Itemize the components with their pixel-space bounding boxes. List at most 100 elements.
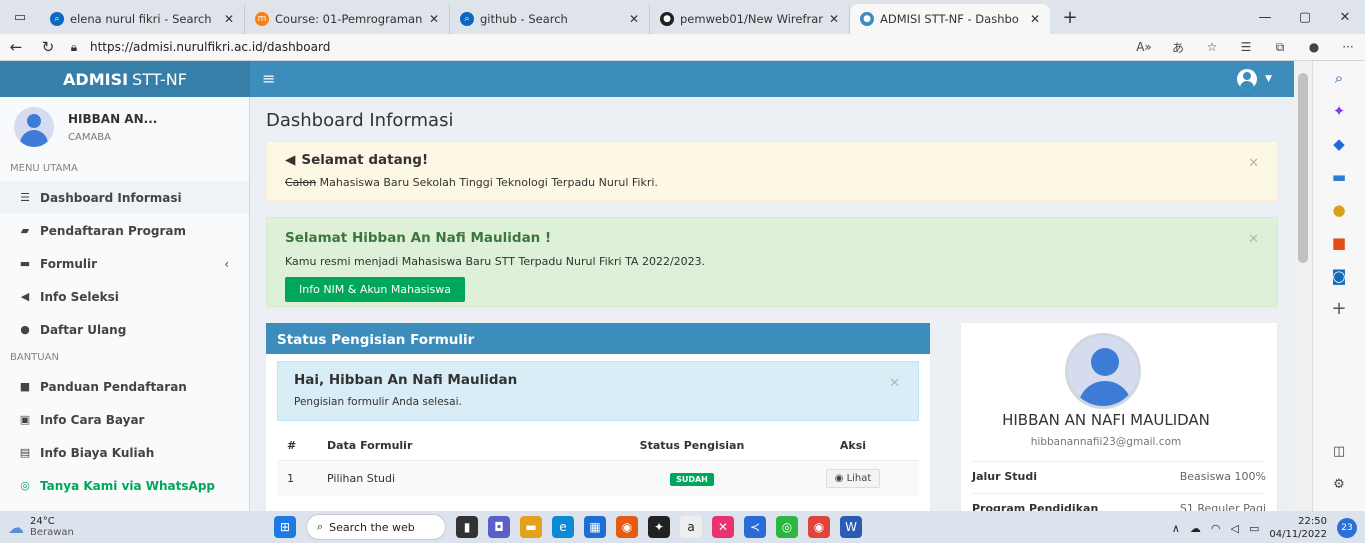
time: 22:50 [1298, 516, 1327, 527]
notification-badge[interactable]: 23 [1337, 518, 1357, 538]
profile-email: hibbanannafii23@gmail.com [1030, 436, 1182, 448]
sidebar-item-label: Daftar Ulang [40, 322, 127, 337]
welcome-alert: ◀ Selamat datang! Calon Mahasiswa Baru Se… [266, 141, 1278, 201]
table-row: 1 Pilihan Studi SUDAH ◉ Lihat [277, 460, 919, 496]
office-icon[interactable]: ■ [1313, 226, 1365, 259]
search-icon: ⌕ [460, 12, 474, 26]
section-bantuan: BANTUAN [10, 352, 59, 363]
shopping-icon[interactable]: ◆ [1313, 127, 1365, 160]
start-icon[interactable]: ⊞ [274, 516, 296, 538]
file-explorer-icon[interactable]: ▬ [520, 516, 542, 538]
sidebar-toggle-icon[interactable]: ≡ [262, 69, 275, 88]
moodle-icon: m [255, 12, 269, 26]
sidebar-item-cara-bayar[interactable]: ▣ Info Cara Bayar [0, 403, 249, 436]
dropbox-icon[interactable]: ✦ [648, 516, 670, 538]
store-icon[interactable]: ▦ [584, 516, 606, 538]
cloud-sync-icon[interactable]: ☁ [1190, 522, 1201, 535]
info-nim-button[interactable]: Info NIM & Akun Mahasiswa [285, 277, 466, 302]
settings-icon[interactable]: ⚙ [1313, 468, 1365, 501]
lock-icon[interactable]: 🔒︎ [64, 40, 84, 55]
view-button[interactable]: ◉ Lihat [825, 469, 881, 488]
add-icon[interactable]: + [1313, 292, 1365, 325]
status-badge: SUDAH [670, 473, 714, 486]
sidebar-layout-icon[interactable]: ◫ [1313, 435, 1365, 468]
battery-icon[interactable]: ▭ [1249, 522, 1259, 535]
user-panel: HIBBAN AN... CAMABA [0, 97, 249, 157]
chrome-icon[interactable]: ◉ [808, 516, 830, 538]
user-menu[interactable]: ▼ [1237, 69, 1272, 89]
close-icon[interactable]: ✕ [1248, 156, 1259, 171]
tab-title: ADMISI STT-NF - Dashbo [880, 12, 1019, 26]
search-icon[interactable]: ⌕ [1313, 61, 1365, 94]
sidebar-item-label: Panduan Pendaftaran [40, 379, 187, 394]
favorite-icon[interactable]: ☆ [1195, 40, 1229, 54]
outlook-icon[interactable]: ◙ [1313, 259, 1365, 292]
browser-tab-1[interactable]: ⌕ elena nurul fikri - Search ✕ [40, 4, 245, 34]
tab-actions-icon[interactable]: ▭ [0, 0, 40, 34]
chevron-up-icon[interactable]: ∧ [1172, 522, 1180, 535]
task-view-icon[interactable]: ▮ [456, 516, 478, 538]
tools-icon[interactable]: ▬ [1313, 160, 1365, 193]
page-scrollbar[interactable] [1294, 61, 1312, 511]
eye-icon: ◉ [834, 473, 844, 484]
volume-icon[interactable]: ◁ [1230, 522, 1238, 535]
close-icon[interactable]: ✕ [889, 376, 900, 391]
logo-rest: STT-NF [132, 69, 187, 89]
firefox-icon[interactable]: ◉ [616, 516, 638, 538]
wifi-icon[interactable]: ◠ [1211, 522, 1221, 535]
close-tab-icon[interactable]: ✕ [629, 12, 639, 26]
scrollbar-thumb[interactable] [1298, 73, 1308, 263]
browser-tab-4[interactable]: ● pemweb01/New Wirefram ✕ [650, 4, 850, 34]
xampp-icon[interactable]: ✕ [712, 516, 734, 538]
back-icon[interactable]: ← [0, 38, 32, 56]
read-aloud-icon[interactable]: A» [1127, 40, 1161, 54]
sidebar-item-pendaftaran[interactable]: ▰ Pendaftaran Program [0, 214, 249, 247]
close-tab-icon[interactable]: ✕ [429, 12, 439, 26]
vscode-icon[interactable]: ≺ [744, 516, 766, 538]
sidebar-item-biaya-kuliah[interactable]: ▤ Info Biaya Kuliah [0, 436, 249, 469]
clock[interactable]: 22:50 04/11/2022 [1269, 515, 1327, 541]
url-field[interactable]: https://admisi.nurulfikri.ac.id/dashboar… [90, 40, 1127, 54]
graduation-cap-icon: ▰ [20, 224, 30, 237]
user-name: HIBBAN AN... [68, 111, 158, 126]
collections-icon[interactable]: ⧉ [1263, 40, 1297, 55]
translate-icon[interactable]: あ [1161, 39, 1195, 56]
github-icon: ● [660, 12, 674, 26]
new-tab-button[interactable]: + [1050, 0, 1090, 34]
row-number: 1 [277, 460, 317, 496]
amazon-icon[interactable]: a [680, 516, 702, 538]
sidebar-item-dashboard[interactable]: ☰ Dashboard Informasi [0, 181, 249, 214]
close-icon[interactable]: ✕ [1248, 232, 1259, 247]
teams-icon[interactable]: ◘ [488, 516, 510, 538]
word-icon[interactable]: W [840, 516, 862, 538]
close-tab-icon[interactable]: ✕ [224, 12, 234, 26]
browser-tab-3[interactable]: ⌕ github - Search ✕ [450, 4, 650, 34]
profile-avatar [1065, 333, 1141, 409]
minimize-button[interactable]: — [1245, 0, 1285, 34]
browser-tab-2[interactable]: m Course: 01-Pemrograman ✕ [245, 4, 450, 34]
weather-widget[interactable]: ☁ 24°C Berawan [0, 516, 250, 538]
games-icon[interactable]: ● [1313, 193, 1365, 226]
sidebar-item-whatsapp[interactable]: ◎ Tanya Kami via WhatsApp [0, 469, 249, 502]
taskbar-apps: ⊞ ⌕ Search the web ▮ ◘ ▬ e ▦ ◉ ✦ a ✕ ≺ ◎… [274, 514, 862, 540]
edge-icon[interactable]: e [552, 516, 574, 538]
taskbar-search[interactable]: ⌕ Search the web [306, 514, 446, 540]
sidebar-item-panduan[interactable]: ■ Panduan Pendaftaran [0, 370, 249, 403]
close-tab-icon[interactable]: ✕ [829, 12, 839, 26]
table-header-row: # Data Formulir Status Pengisian Aksi [277, 431, 919, 461]
browser-tab-5-active[interactable]: ● ADMISI STT-NF - Dashbo ✕ [850, 4, 1050, 34]
more-menu-icon[interactable]: ··· [1331, 40, 1365, 54]
refresh-icon[interactable]: ↻ [32, 38, 64, 56]
sidebar-item-daftar-ulang[interactable]: ● Daftar Ulang [0, 313, 249, 346]
maximize-button[interactable]: ▢ [1285, 0, 1325, 34]
profile-icon[interactable]: ● [1297, 40, 1331, 54]
favorites-list-icon[interactable]: ☰ [1229, 40, 1263, 54]
close-tab-icon[interactable]: ✕ [1030, 12, 1040, 26]
close-window-button[interactable]: ✕ [1325, 0, 1365, 34]
sidebar-item-info-seleksi[interactable]: ◀ Info Seleksi [0, 280, 249, 313]
whatsapp-icon[interactable]: ◎ [776, 516, 798, 538]
list-icon: ☰ [20, 191, 30, 204]
copilot-icon[interactable]: ✦ [1313, 94, 1365, 127]
app-logo[interactable]: ADMISI STT-NF [0, 61, 250, 97]
sidebar-item-formulir[interactable]: ▬ Formulir ‹ [0, 247, 249, 280]
